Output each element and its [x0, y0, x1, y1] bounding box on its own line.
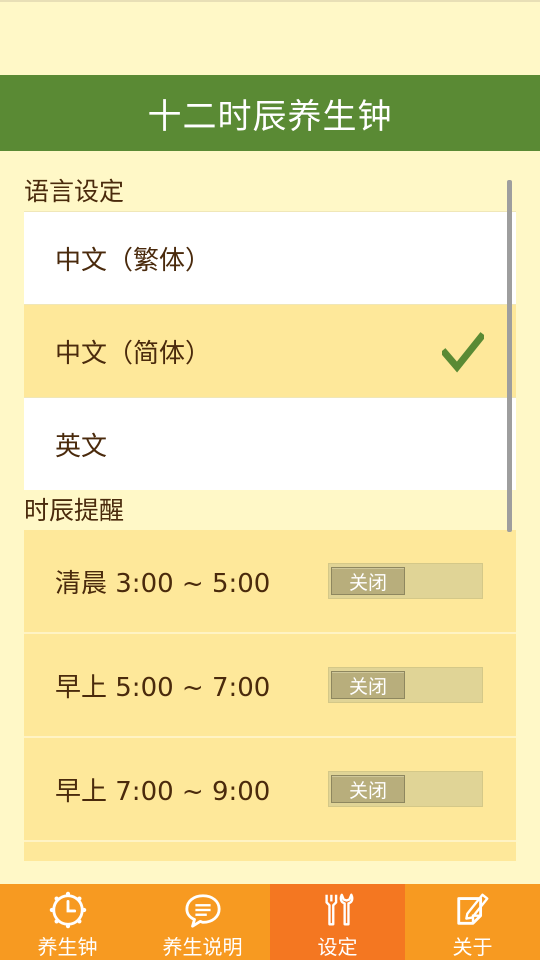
reminder-time-label: 早上 5:00 ~ 7:00	[55, 672, 271, 703]
reminder-row-0500: 早上 5:00 ~ 7:00 关闭	[24, 634, 516, 738]
language-option-label: 中文（简体）	[55, 338, 212, 369]
reminder-row-partial	[24, 842, 516, 861]
note-edit-icon	[456, 893, 488, 925]
reminder-row-0300: 清晨 3:00 ~ 5:00 关闭	[24, 530, 516, 634]
nav-item-guide[interactable]: 养生说明	[135, 884, 270, 960]
title-bar: 十二时辰养生钟	[0, 75, 540, 151]
language-option-simplified[interactable]: 中文（简体）	[24, 304, 516, 397]
nav-label: 关于	[452, 935, 493, 959]
checkmark-icon	[442, 332, 484, 373]
language-option-label: 英文	[55, 431, 108, 462]
top-blank-area	[0, 0, 540, 75]
nav-label: 设定	[317, 935, 358, 959]
nav-label: 养生钟	[37, 935, 98, 959]
page-title: 十二时辰养生钟	[147, 96, 393, 137]
settings-list[interactable]: 语言设定 中文（繁体） 中文（简体） 英文 时辰提醒 清晨 3:00 ~ 5:0…	[24, 151, 516, 861]
reminder-toggle[interactable]: 关闭	[328, 563, 483, 599]
toggle-knob: 关闭	[331, 567, 405, 595]
nav-label: 养生说明	[162, 935, 243, 959]
nav-item-clock[interactable]: 养生钟	[0, 884, 135, 960]
language-option-traditional[interactable]: 中文（繁体）	[24, 211, 516, 304]
section-header-reminder: 时辰提醒	[24, 496, 125, 525]
language-option-label: 中文（繁体）	[55, 245, 212, 276]
language-option-english[interactable]: 英文	[24, 397, 516, 490]
reminder-row-0700: 早上 7:00 ~ 9:00 关闭	[24, 738, 516, 842]
reminder-toggle[interactable]: 关闭	[328, 771, 483, 807]
reminder-time-label: 早上 7:00 ~ 9:00	[55, 776, 271, 807]
chat-bubble-icon	[184, 894, 221, 928]
section-header-language: 语言设定	[24, 177, 125, 206]
toggle-knob: 关闭	[331, 671, 405, 699]
clock-icon	[49, 891, 86, 929]
scrollbar[interactable]	[507, 180, 512, 532]
nav-item-settings[interactable]: 设定	[270, 884, 405, 960]
bottom-navigation: 养生钟 养生说明 设定 关于	[0, 884, 540, 960]
toggle-knob: 关闭	[331, 775, 405, 803]
tools-icon	[324, 893, 353, 926]
reminder-time-label: 清晨 3:00 ~ 5:00	[55, 568, 271, 599]
nav-item-about[interactable]: 关于	[405, 884, 540, 960]
reminder-toggle[interactable]: 关闭	[328, 667, 483, 703]
